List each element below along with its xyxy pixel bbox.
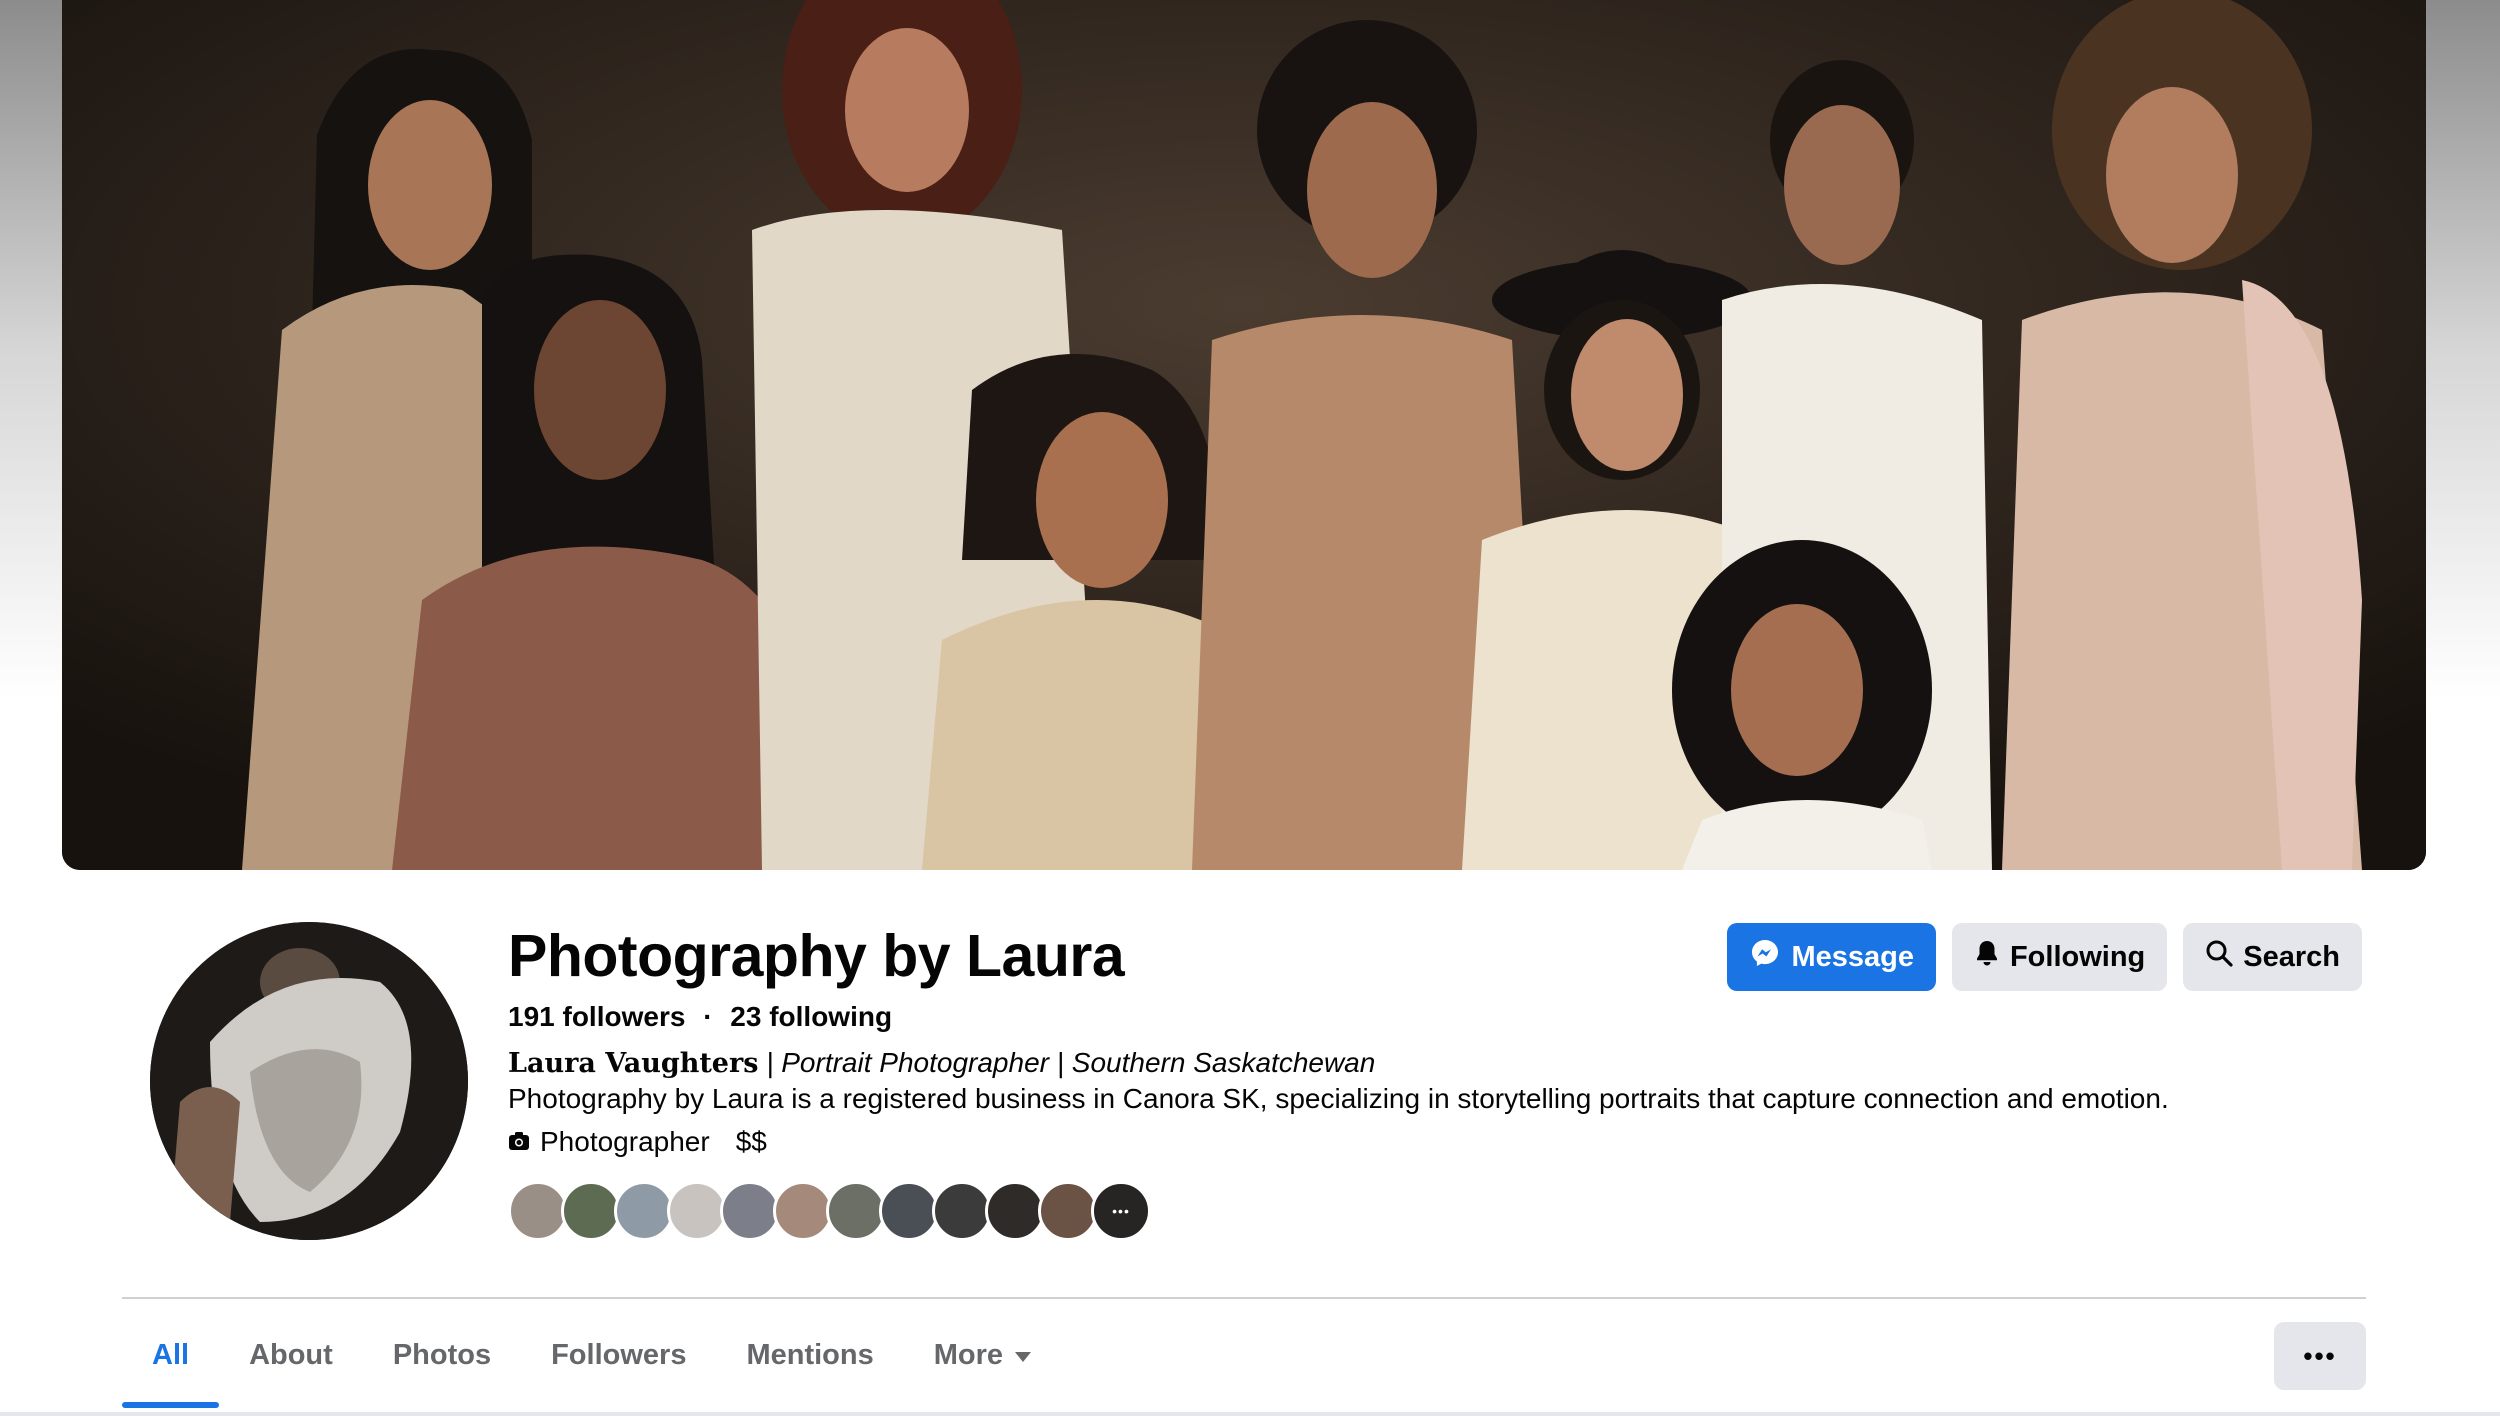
- category-label[interactable]: Photographer: [540, 1126, 710, 1158]
- tab-about[interactable]: About: [219, 1320, 363, 1390]
- section-divider: [122, 1297, 2366, 1299]
- bio-roles: | Portrait Photographer | Southern Saska…: [758, 1047, 1376, 1078]
- message-button[interactable]: Message: [1727, 923, 1936, 991]
- follower-avatar[interactable]: [1038, 1181, 1098, 1241]
- messenger-icon: [1749, 937, 1781, 977]
- page-title: Photography by Laura: [508, 923, 1125, 989]
- profile-tabs: All About Photos Followers Mentions More: [122, 1320, 1061, 1412]
- bio-name: Laura Vaughters: [508, 1048, 759, 1079]
- caret-down-icon: [1015, 1352, 1032, 1362]
- tab-label: Photos: [392, 1338, 492, 1371]
- category-line: Photographer $$: [508, 1126, 767, 1158]
- follower-avatar[interactable]: [773, 1181, 833, 1241]
- profile-picture-frame[interactable]: [146, 918, 472, 1244]
- follower-avatar[interactable]: [561, 1181, 621, 1241]
- following-button-label: Following: [2009, 940, 2146, 973]
- tab-followers[interactable]: Followers: [521, 1320, 716, 1390]
- cover-photo[interactable]: [62, 0, 2426, 870]
- cover-photo-illustration: [62, 0, 2426, 870]
- follower-avatar[interactable]: [667, 1181, 727, 1241]
- search-button-label: Search: [2243, 940, 2340, 973]
- follower-avatar[interactable]: [879, 1181, 939, 1241]
- following-link[interactable]: 23 following: [730, 1001, 892, 1032]
- count-separator: ·: [703, 1001, 713, 1032]
- bio-description: Photography by Laura is a registered bus…: [508, 1083, 2169, 1114]
- more-options-button[interactable]: •••: [2274, 1322, 2366, 1390]
- tab-photos[interactable]: Photos: [363, 1320, 521, 1390]
- tab-label: More: [933, 1338, 1004, 1371]
- tab-more[interactable]: More: [904, 1320, 1061, 1390]
- follower-avatar[interactable]: [932, 1181, 992, 1241]
- profile-picture[interactable]: [150, 922, 468, 1240]
- price-range: $$: [735, 1126, 767, 1157]
- profile-actions: Message Following Search: [1727, 923, 2362, 991]
- bottom-border: [0, 1412, 2500, 1416]
- follower-avatar[interactable]: [826, 1181, 886, 1241]
- follower-avatar[interactable]: [985, 1181, 1045, 1241]
- tab-label: Mentions: [746, 1338, 874, 1371]
- tab-all[interactable]: All: [122, 1320, 220, 1408]
- followers-link[interactable]: 191 followers: [508, 1001, 685, 1032]
- follower-avatars-row: [508, 1181, 1151, 1241]
- bell-icon: [1974, 939, 2000, 975]
- tab-mentions[interactable]: Mentions: [716, 1320, 903, 1390]
- message-button-label: Message: [1791, 940, 1914, 973]
- tab-label: All: [152, 1338, 190, 1371]
- following-button[interactable]: Following: [1951, 923, 2168, 991]
- follower-avatar[interactable]: [508, 1181, 568, 1241]
- camera-icon: [508, 1126, 530, 1158]
- follower-avatar[interactable]: [720, 1181, 780, 1241]
- more-followers-avatar[interactable]: [1091, 1181, 1151, 1241]
- bio-headline: Laura Vaughters | Portrait Photographer …: [508, 1047, 1375, 1079]
- facebook-page-profile: Photography by Laura 191 followers · 23 …: [0, 0, 2500, 1416]
- tab-label: Followers: [551, 1338, 687, 1371]
- follower-avatar[interactable]: [614, 1181, 674, 1241]
- search-button[interactable]: Search: [2183, 923, 2362, 991]
- profile-picture-illustration: [150, 922, 468, 1240]
- follow-counts: 191 followers · 23 following: [508, 1001, 892, 1033]
- tab-label: About: [249, 1338, 333, 1371]
- search-icon: [2205, 939, 2233, 975]
